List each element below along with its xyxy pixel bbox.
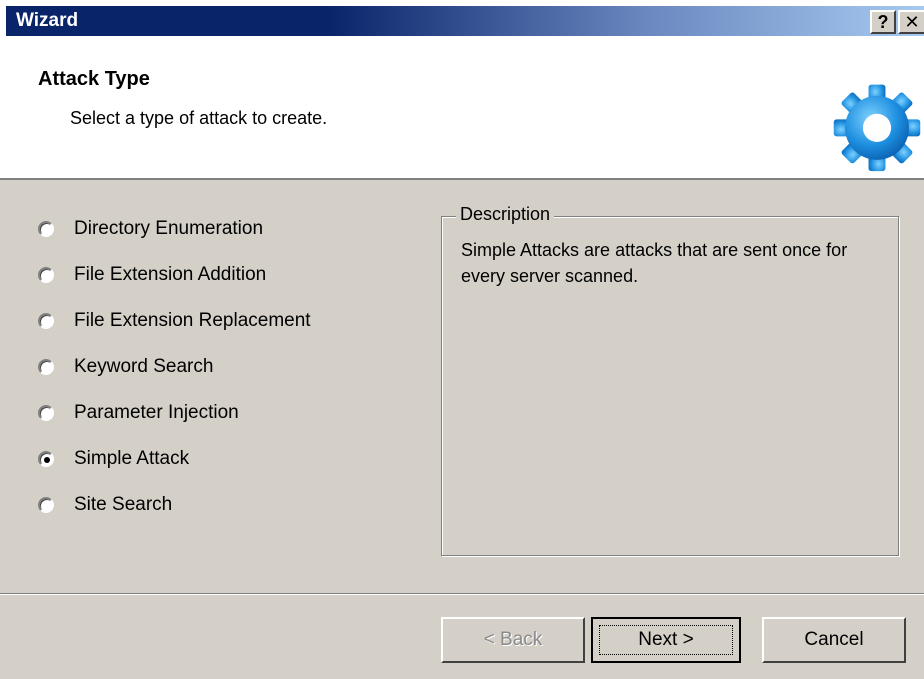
description-text: Simple Attacks are attacks that are sent… <box>461 240 848 286</box>
focus-rectangle <box>599 625 733 655</box>
radio-label: Keyword Search <box>74 356 214 377</box>
wizard-header: Attack Type Select a type of attack to c… <box>0 36 924 180</box>
gear-icon <box>833 84 921 172</box>
radio-file-extension-replacement[interactable]: File Extension Replacement <box>38 298 311 344</box>
radio-file-extension-addition[interactable]: File Extension Addition <box>38 252 311 298</box>
radio-label: Site Search <box>74 494 173 515</box>
radio-label: File Extension Addition <box>74 264 267 285</box>
attack-type-radio-group: Directory Enumeration File Extension Add… <box>38 206 311 528</box>
close-button[interactable]: ✕ <box>898 10 924 34</box>
radio-site-search[interactable]: Site Search <box>38 482 311 528</box>
radio-label: Simple Attack <box>74 448 190 469</box>
radio-simple-attack[interactable]: Simple Attack <box>38 436 311 482</box>
radio-button-selected[interactable] <box>38 451 54 467</box>
radio-button[interactable] <box>38 405 54 421</box>
radio-button[interactable] <box>38 359 54 375</box>
title-bar: Wizard ? ✕ <box>0 0 924 36</box>
description-legend: Description <box>456 204 555 225</box>
page-subtitle: Select a type of attack to create. <box>70 108 328 128</box>
back-button[interactable]: < Back <box>441 617 585 663</box>
radio-label: Parameter Injection <box>74 402 239 423</box>
radio-button[interactable] <box>38 221 54 237</box>
radio-label: Directory Enumeration <box>74 218 264 239</box>
radio-parameter-injection[interactable]: Parameter Injection <box>38 390 311 436</box>
cancel-button[interactable]: Cancel <box>762 617 906 663</box>
radio-button[interactable] <box>38 267 54 283</box>
radio-label: File Extension Replacement <box>74 310 311 331</box>
button-separator <box>0 593 924 595</box>
radio-button[interactable] <box>38 313 54 329</box>
radio-directory-enumeration[interactable]: Directory Enumeration <box>38 206 311 252</box>
page-title: Attack Type <box>38 68 150 90</box>
help-button[interactable]: ? <box>870 10 896 34</box>
radio-button[interactable] <box>38 497 54 513</box>
radio-keyword-search[interactable]: Keyword Search <box>38 344 311 390</box>
next-button[interactable]: Next > <box>591 617 741 663</box>
window-title: Wizard <box>16 10 79 31</box>
